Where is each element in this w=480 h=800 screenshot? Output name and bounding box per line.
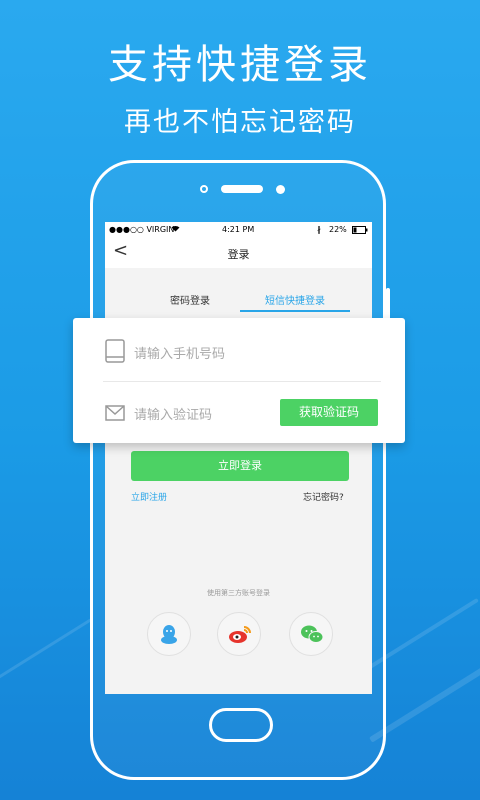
weibo-icon [229,626,251,643]
tab-password-login[interactable]: 密码登录 [140,292,240,307]
tab-sms-login[interactable]: 短信快捷登录 [245,292,345,307]
bluetooth-icon: ∦ [317,225,321,234]
forgot-password-link[interactable]: 忘记密码? [303,490,344,503]
phone-home-button [209,708,273,742]
wechat-login-button[interactable] [289,612,333,656]
battery-icon [352,226,368,236]
sms-login-card: 请输入手机号码 请输入验证码 获取验证码 [73,318,405,443]
status-time: 4:21 PM [222,225,255,234]
battery-percent: 22% [329,225,347,234]
register-link[interactable]: 立即注册 [131,490,167,503]
active-tab-indicator [240,310,350,312]
field-divider [103,381,381,382]
login-tabs: 密码登录 短信快捷登录 [105,292,372,316]
page-title: 登录 [227,248,250,261]
mail-icon [105,405,125,425]
wifi-icon [171,225,180,234]
phone-icon [105,339,125,367]
wechat-icon [301,625,324,643]
promo-subtitle: 再也不怕忘记密码 [124,107,356,138]
phone-speaker [221,185,263,193]
phone-camera [200,185,208,193]
background-streak [0,618,92,685]
promo-title: 支持快捷登录 [108,42,372,88]
third-party-login-label: 使用第三方账号登录 [207,589,270,597]
status-bar: ●●●○○ VIRGIN 4:21 PM ∦ 22% [105,222,372,238]
login-button[interactable]: 立即登录 [131,451,349,481]
carrier-label: ●●●○○ VIRGIN [109,225,175,234]
verification-code-input[interactable]: 请输入验证码 [134,404,212,423]
phone-number-input[interactable]: 请输入手机号码 [134,343,225,362]
weibo-login-button[interactable] [217,612,261,656]
qq-icon [161,625,177,644]
nav-bar: < 登录 [105,238,372,268]
app-screen: ●●●○○ VIRGIN 4:21 PM ∦ 22% < 登录 密码登录 短信快… [105,222,372,694]
phone-sensor [276,185,285,194]
qq-login-button[interactable] [147,612,191,656]
get-code-button[interactable]: 获取验证码 [280,399,378,426]
